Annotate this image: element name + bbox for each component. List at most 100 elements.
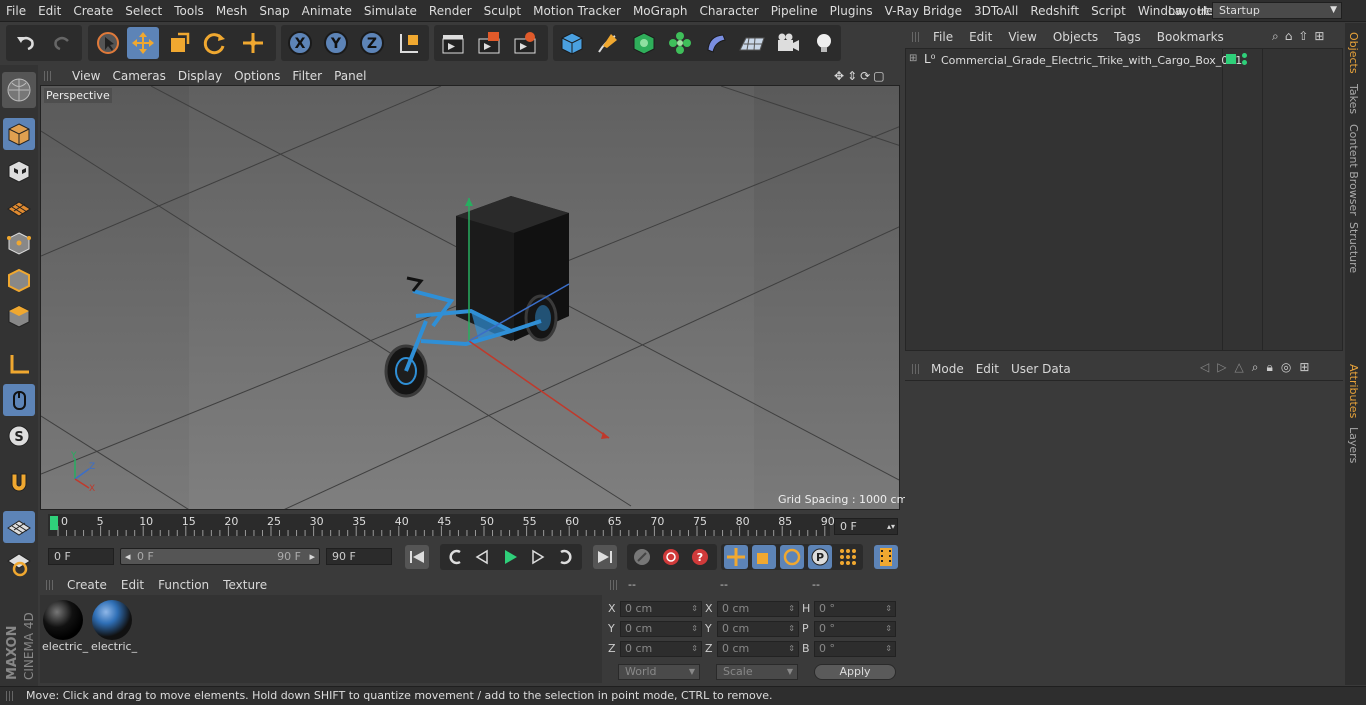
key-pla-button[interactable] — [836, 545, 860, 569]
object-name[interactable]: Commercial_Grade_Electric_Trike_with_Car… — [941, 54, 1242, 67]
render-to-picture-viewer-button[interactable] — [473, 27, 505, 59]
tab-attributes[interactable]: Attributes — [1347, 364, 1360, 418]
menu-character[interactable]: Character — [693, 4, 764, 18]
texture-mode-button[interactable] — [3, 155, 35, 187]
viewport-menu-view[interactable]: View — [66, 69, 106, 83]
material-menu-texture[interactable]: Texture — [216, 578, 274, 592]
spinner-icon[interactable]: ⇕ — [788, 642, 795, 656]
menu-file[interactable]: File — [0, 4, 32, 18]
tab-objects[interactable]: Objects — [1347, 32, 1360, 74]
coordinates-grip[interactable] — [610, 580, 618, 590]
go-to-end-button[interactable] — [593, 545, 617, 569]
viewport-grip[interactable] — [44, 71, 52, 81]
object-menu-tags[interactable]: Tags — [1106, 30, 1149, 44]
menu-edit[interactable]: Edit — [32, 4, 67, 18]
expand-icon[interactable]: ⊞ — [909, 53, 917, 64]
search-icon[interactable]: ⌕ — [1252, 360, 1259, 376]
cloner-button[interactable] — [664, 27, 696, 59]
up-arrow-icon[interactable]: △ — [1234, 360, 1243, 376]
menu-create[interactable]: Create — [67, 4, 119, 18]
workplane-lock-button[interactable] — [3, 511, 35, 543]
deformer-button[interactable] — [700, 27, 732, 59]
tweak-mode-button[interactable] — [3, 384, 35, 416]
object-manager-grip[interactable] — [912, 32, 920, 42]
spinner-icon[interactable]: ⇕ — [885, 602, 892, 616]
menu-select[interactable]: Select — [119, 4, 168, 18]
render-visibility-dot[interactable] — [1242, 60, 1247, 65]
spinner-icon[interactable]: ⇕ — [691, 622, 698, 636]
playhead-marker[interactable] — [50, 516, 58, 530]
viewport-menu-filter[interactable]: Filter — [286, 69, 328, 83]
workplane-mode-button[interactable] — [3, 191, 35, 223]
start-frame-field[interactable]: 0 F — [48, 548, 114, 565]
home-icon[interactable]: ⌂ — [1285, 29, 1293, 45]
menu-render[interactable]: Render — [423, 4, 478, 18]
next-frame-button[interactable] — [526, 545, 550, 569]
coordinate-space-dropdown[interactable]: World ▼ — [618, 664, 700, 680]
new-window-icon[interactable]: ⊞ — [1299, 360, 1309, 376]
menu-3dtoall[interactable]: 3DToAll — [968, 4, 1024, 18]
rotate-tool-button[interactable] — [199, 27, 231, 59]
edges-mode-button[interactable] — [3, 264, 35, 296]
attribute-menu-edit[interactable]: Edit — [970, 362, 1005, 376]
spinner-icon[interactable]: ⇕ — [885, 642, 892, 656]
target-icon[interactable]: ◎ — [1281, 360, 1291, 376]
cube-button[interactable] — [556, 27, 588, 59]
previous-frame-button[interactable] — [470, 545, 494, 569]
viewport-menu-display[interactable]: Display — [172, 69, 228, 83]
z-axis-lock-button[interactable]: Z — [356, 27, 388, 59]
keyframe-selection-button[interactable]: ? — [688, 545, 712, 569]
floor-button[interactable] — [736, 27, 768, 59]
viewport-menu-panel[interactable]: Panel — [328, 69, 372, 83]
make-editable-button[interactable] — [2, 72, 36, 108]
coord-value-field[interactable]: 0 cm ⇕ — [620, 621, 702, 637]
transform-tool-button[interactable] — [237, 27, 269, 59]
camera-button[interactable] — [772, 27, 804, 59]
object-menu-file[interactable]: File — [925, 30, 961, 44]
material-swatch[interactable]: electric_ — [91, 600, 137, 655]
menu-plugins[interactable]: Plugins — [824, 4, 879, 18]
current-frame-field[interactable]: 0 F ▴▾ — [834, 518, 898, 535]
coord-value-field[interactable]: 0 cm ⇕ — [717, 641, 799, 657]
model-mode-button[interactable] — [3, 118, 35, 150]
end-frame-field[interactable]: 90 F — [326, 548, 392, 565]
perspective-viewport[interactable]: Y Z X — [40, 85, 900, 510]
menu-pipeline[interactable]: Pipeline — [765, 4, 824, 18]
layer-color-swatch[interactable] — [1226, 54, 1236, 64]
timeline-window-button[interactable] — [874, 545, 898, 569]
editor-visibility-dot[interactable] — [1242, 53, 1247, 58]
menu-simulate[interactable]: Simulate — [358, 4, 423, 18]
range-slider[interactable]: ◂ 0 F 90 F ▸ — [120, 548, 320, 565]
tab-content-browser[interactable]: Content Browser — [1347, 124, 1360, 216]
menu-redshift[interactable]: Redshift — [1024, 4, 1085, 18]
attribute-menu-mode[interactable]: Mode — [925, 362, 970, 376]
key-scale-button[interactable] — [752, 545, 776, 569]
spinner-icon[interactable]: ⇕ — [788, 622, 795, 636]
menu-snap[interactable]: Snap — [253, 4, 295, 18]
key-position-button[interactable] — [724, 545, 748, 569]
tab-structure[interactable]: Structure — [1347, 222, 1360, 273]
search-icon[interactable]: ⌕ — [1272, 29, 1279, 45]
object-menu-bookmarks[interactable]: Bookmarks — [1149, 30, 1232, 44]
coord-value-field[interactable]: 0 cm ⇕ — [717, 621, 799, 637]
menu-vray-bridge[interactable]: V-Ray Bridge — [879, 4, 968, 18]
undo-button[interactable] — [10, 27, 42, 59]
x-axis-lock-button[interactable]: X — [284, 27, 316, 59]
go-to-start-button[interactable] — [405, 545, 429, 569]
coordinate-system-button[interactable] — [393, 27, 425, 59]
apply-button[interactable]: Apply — [814, 664, 896, 680]
subdivision-button[interactable] — [628, 27, 660, 59]
viewport-menu-cameras[interactable]: Cameras — [106, 69, 171, 83]
menu-mograph[interactable]: MoGraph — [627, 4, 694, 18]
spinner-icon[interactable]: ⇕ — [691, 602, 698, 616]
new-window-icon[interactable]: ⊞ — [1314, 29, 1324, 45]
previous-keyframe-button[interactable] — [443, 545, 467, 569]
points-mode-button[interactable] — [3, 227, 35, 259]
menu-motion-tracker[interactable]: Motion Tracker — [527, 4, 627, 18]
size-mode-dropdown[interactable]: Scale ▼ — [716, 664, 798, 680]
material-menu-edit[interactable]: Edit — [114, 578, 151, 592]
key-parameter-button[interactable]: P — [808, 545, 832, 569]
spinner-icon[interactable]: ⇕ — [885, 622, 892, 636]
light-button[interactable] — [808, 27, 840, 59]
coord-value-field[interactable]: 0 ° ⇕ — [814, 621, 896, 637]
